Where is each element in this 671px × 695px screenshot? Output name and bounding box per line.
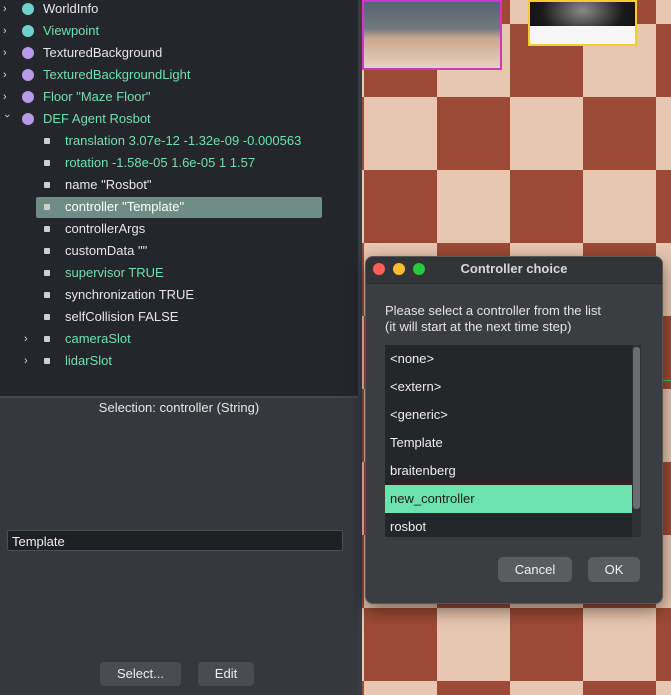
field-self-collision[interactable]: selfCollision FALSE (0, 306, 358, 328)
controller-value-field[interactable]: Template (7, 530, 343, 551)
tree-node-label: WorldInfo (43, 1, 99, 16)
field-label: customData "" (65, 243, 148, 258)
list-item[interactable]: <extern> (385, 373, 632, 401)
cancel-button[interactable]: Cancel (498, 557, 572, 582)
field-label: selfCollision FALSE (65, 309, 179, 324)
lidar-overlay[interactable] (528, 0, 637, 46)
scrollbar-thumb[interactable] (633, 347, 640, 509)
list-item[interactable]: Template (385, 429, 632, 457)
ok-button[interactable]: OK (588, 557, 640, 582)
chevron-right-icon[interactable]: › (3, 20, 13, 42)
tree-node-label: TexturedBackgroundLight (43, 67, 191, 82)
node-dot-icon (22, 113, 34, 125)
field-controller[interactable]: controller "Template" (0, 196, 358, 218)
dialog-message-line2: (it will start at the next time step) (385, 319, 572, 334)
chevron-right-icon[interactable]: › (3, 0, 13, 20)
field-label: controller "Template" (65, 199, 185, 214)
list-item[interactable]: <none> (385, 345, 632, 373)
field-controller-args[interactable]: controllerArgs (0, 218, 358, 240)
chevron-right-icon[interactable]: › (24, 328, 34, 350)
field-bullet-icon (44, 182, 50, 188)
list-item-selected[interactable]: new_controller (385, 485, 632, 513)
list-item[interactable]: <generic> (385, 401, 632, 429)
tree-node-textured-background-light[interactable]: › TexturedBackgroundLight (0, 64, 358, 86)
field-name[interactable]: name "Rosbot" (0, 174, 358, 196)
field-supervisor[interactable]: supervisor TRUE (0, 262, 358, 284)
selection-title: Selection: controller (String) (98, 400, 260, 415)
field-editor-panel: Selection: controller (String) Template … (0, 398, 358, 695)
field-camera-slot[interactable]: › cameraSlot (0, 328, 358, 350)
controller-list[interactable]: <none> <extern> <generic> Template brait… (385, 345, 641, 537)
tree-node-textured-background[interactable]: › TexturedBackground (0, 42, 358, 64)
field-custom-data[interactable]: customData "" (0, 240, 358, 262)
edit-button[interactable]: Edit (198, 662, 254, 686)
field-label: translation 3.07e-12 -1.32e-09 -0.000563 (65, 133, 302, 148)
field-rotation[interactable]: rotation -1.58e-05 1.6e-05 1 1.57 (0, 152, 358, 174)
field-lidar-slot[interactable]: › lidarSlot (0, 350, 358, 372)
field-label: controllerArgs (65, 221, 146, 236)
field-label: lidarSlot (65, 353, 112, 368)
node-dot-icon (22, 3, 34, 15)
chevron-right-icon[interactable]: › (3, 86, 13, 108)
controller-choice-dialog: Controller choice Please select a contro… (365, 256, 663, 604)
field-bullet-icon (44, 160, 50, 166)
field-bullet-icon (44, 314, 50, 320)
tree-node-label: DEF Agent Rosbot (43, 111, 151, 126)
list-item[interactable]: rosbot (385, 513, 632, 537)
tree-node-agent-rosbot[interactable]: › DEF Agent Rosbot (0, 108, 358, 130)
field-bullet-icon (44, 336, 50, 342)
list-item[interactable]: braitenberg (385, 457, 632, 485)
field-translation[interactable]: translation 3.07e-12 -1.32e-09 -0.000563 (0, 130, 358, 152)
field-bullet-icon (44, 292, 50, 298)
tree-node-worldinfo[interactable]: › WorldInfo (0, 0, 358, 20)
field-bullet-icon (44, 248, 50, 254)
tree-node-floor[interactable]: › Floor "Maze Floor" (0, 86, 358, 108)
node-dot-icon (22, 91, 34, 103)
select-button[interactable]: Select... (100, 662, 181, 686)
chevron-right-icon[interactable]: › (3, 64, 13, 86)
chevron-right-icon[interactable]: › (3, 42, 13, 64)
dialog-titlebar: Controller choice (366, 257, 662, 284)
tree-node-label: Floor "Maze Floor" (43, 89, 151, 104)
field-synchronization[interactable]: synchronization TRUE (0, 284, 358, 306)
field-bullet-icon (44, 358, 50, 364)
field-bullet-icon (44, 270, 50, 276)
dialog-message-line1: Please select a controller from the list (385, 303, 602, 318)
node-dot-icon (22, 25, 34, 37)
field-label: rotation -1.58e-05 1.6e-05 1 1.57 (65, 155, 256, 170)
chevron-down-icon[interactable]: › (0, 114, 18, 124)
scene-tree-panel: › WorldInfo › Viewpoint › TexturedBackgr… (0, 0, 358, 396)
field-bullet-icon (44, 204, 50, 210)
chevron-right-icon[interactable]: › (24, 350, 34, 372)
field-label: supervisor TRUE (65, 265, 164, 280)
camera-overlay[interactable] (362, 0, 502, 70)
tree-node-label: Viewpoint (43, 23, 100, 38)
field-label: synchronization TRUE (65, 287, 195, 302)
field-bullet-icon (44, 226, 50, 232)
overlay-bar (530, 26, 635, 44)
field-label: name "Rosbot" (65, 177, 152, 192)
dialog-message: Please select a controller from the list… (385, 303, 601, 335)
dialog-title: Controller choice (460, 261, 568, 276)
node-dot-icon (22, 47, 34, 59)
field-bullet-icon (44, 138, 50, 144)
node-dot-icon (22, 69, 34, 81)
tree-node-label: TexturedBackground (43, 45, 163, 60)
field-label: cameraSlot (65, 331, 131, 346)
list-scrollbar[interactable] (632, 345, 641, 537)
tree-node-viewpoint[interactable]: › Viewpoint (0, 20, 358, 42)
